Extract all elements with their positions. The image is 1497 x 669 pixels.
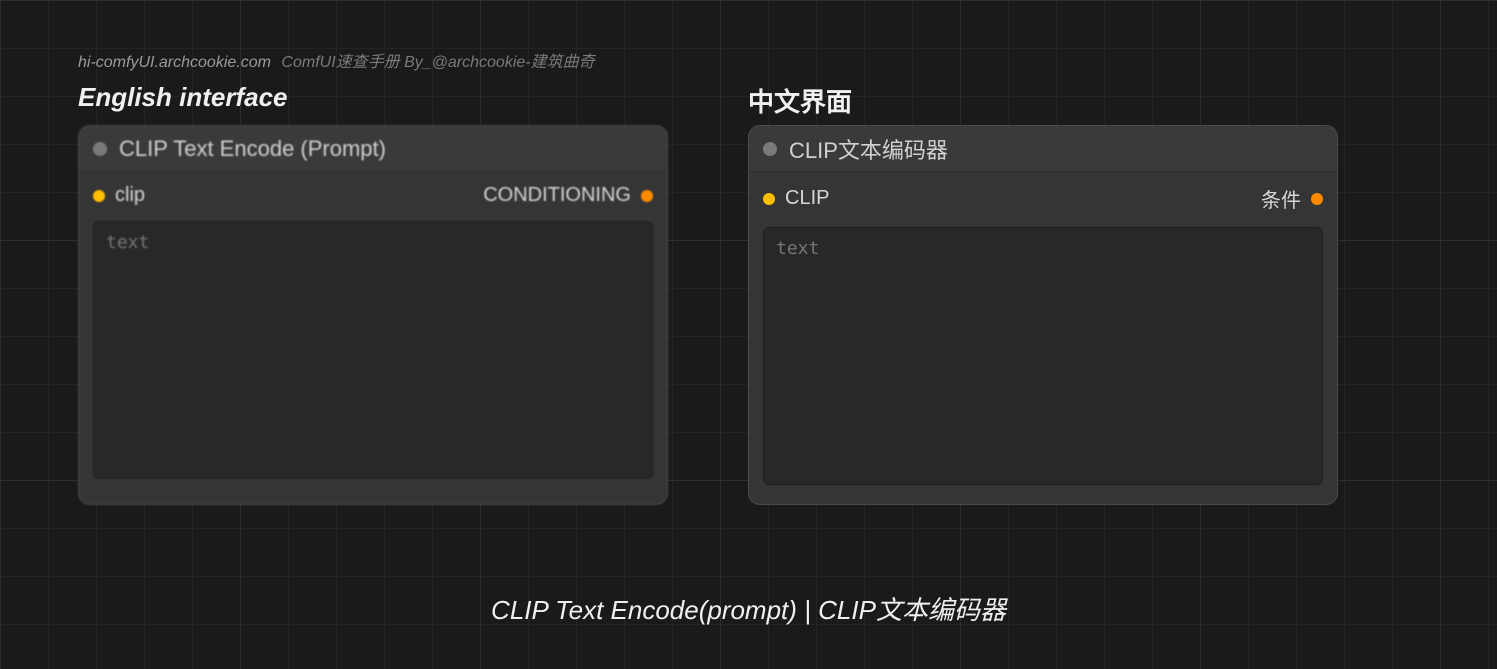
node-status-dot-icon bbox=[93, 142, 107, 156]
section-label-chinese: 中文界面 bbox=[748, 82, 852, 119]
prompt-text-input[interactable] bbox=[763, 227, 1323, 485]
watermark-site: hi-comfyUI.archcookie.com bbox=[78, 54, 271, 71]
output-port-label: 条件 bbox=[1261, 184, 1301, 213]
watermark-credit: ComfUI速查手册 By_@archcookie-建筑曲奇 bbox=[281, 54, 594, 71]
caption: CLIP Text Encode(prompt) | CLIP文本编码器 bbox=[491, 590, 1006, 627]
output-port-conditioning[interactable]: CONDITIONING bbox=[483, 184, 653, 207]
node-header[interactable]: CLIP Text Encode (Prompt) bbox=[79, 126, 667, 172]
node-ports-row: clip CONDITIONING bbox=[79, 172, 667, 217]
section-label-english: English interface bbox=[78, 82, 288, 113]
node-ports-row: CLIP 条件 bbox=[749, 172, 1337, 223]
input-port-label: clip bbox=[115, 184, 145, 207]
watermark: hi-comfyUI.archcookie.com ComfUI速查手册 By_… bbox=[78, 48, 595, 72]
text-area-wrap bbox=[749, 223, 1337, 504]
port-dot-icon bbox=[93, 190, 105, 202]
node-title: CLIP文本编码器 bbox=[789, 133, 948, 165]
port-dot-icon bbox=[1311, 193, 1323, 205]
input-port-label: CLIP bbox=[785, 187, 829, 210]
input-port-clip[interactable]: CLIP bbox=[763, 187, 829, 210]
node-status-dot-icon bbox=[763, 142, 777, 156]
prompt-text-input[interactable] bbox=[93, 221, 653, 479]
text-area-wrap bbox=[79, 217, 667, 498]
input-port-clip[interactable]: clip bbox=[93, 184, 145, 207]
node-title: CLIP Text Encode (Prompt) bbox=[119, 136, 386, 162]
node-clip-text-encode-cn[interactable]: CLIP文本编码器 CLIP 条件 bbox=[748, 125, 1338, 505]
port-dot-icon bbox=[763, 193, 775, 205]
node-header[interactable]: CLIP文本编码器 bbox=[749, 126, 1337, 172]
node-clip-text-encode-en[interactable]: CLIP Text Encode (Prompt) clip CONDITION… bbox=[78, 125, 668, 505]
port-dot-icon bbox=[641, 190, 653, 202]
output-port-conditioning[interactable]: 条件 bbox=[1261, 184, 1323, 213]
output-port-label: CONDITIONING bbox=[483, 184, 631, 207]
